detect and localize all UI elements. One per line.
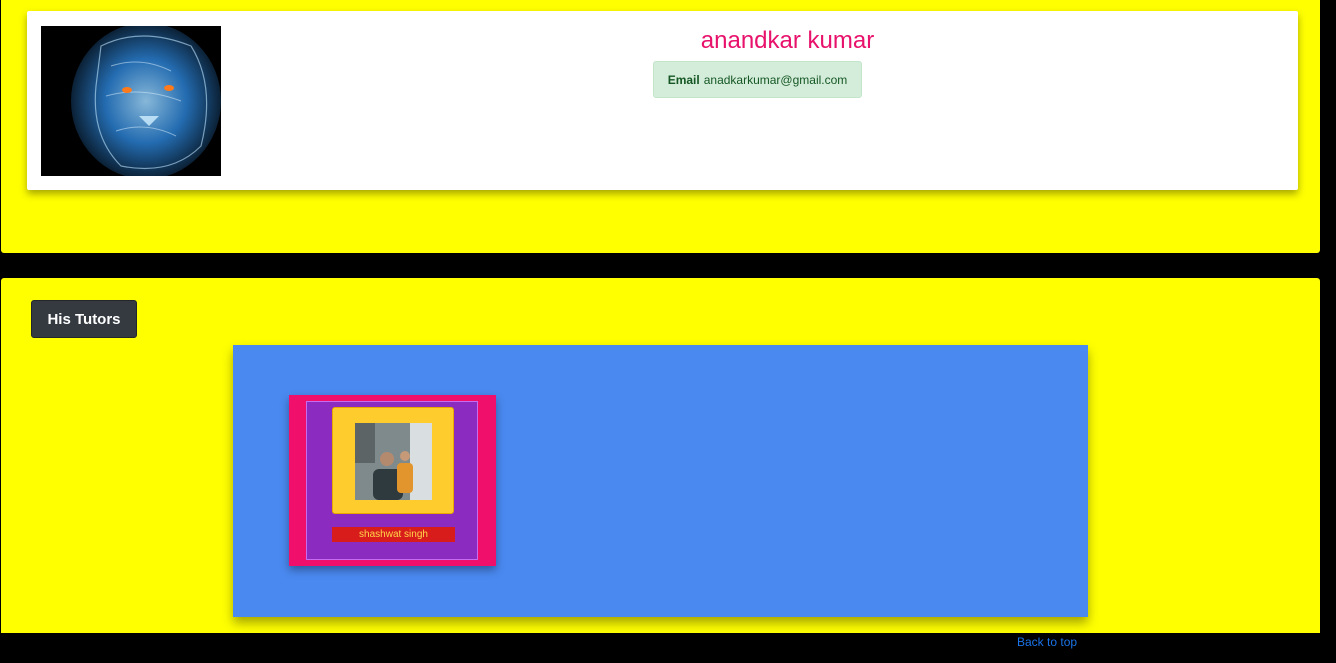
tutor-photo	[355, 423, 432, 500]
email-alert: Email anadkarkumar@gmail.com	[653, 61, 862, 98]
tutor-card-body: shashwat singh	[306, 401, 478, 560]
tutor-name: shashwat singh	[332, 527, 455, 542]
profile-name: anandkar kumar	[700, 27, 875, 54]
email-label: Email	[667, 72, 700, 87]
tutors-panel: His Tutors shashwat singh	[1, 278, 1320, 633]
email-value: anadkarkumar@gmail.com	[703, 72, 848, 87]
profile-panel: anandkar kumar Email anadkarkumar@gmail.…	[1, 0, 1320, 253]
tutor-card[interactable]: shashwat singh	[289, 395, 496, 566]
back-to-top-link[interactable]: Back to top	[1017, 635, 1077, 649]
tutor-photo-frame	[332, 407, 454, 514]
his-tutors-button[interactable]: His Tutors	[31, 300, 137, 338]
profile-card: anandkar kumar Email anadkarkumar@gmail.…	[27, 11, 1298, 190]
profile-avatar	[41, 26, 221, 176]
tutor-photo-image	[355, 423, 432, 500]
lion-portrait-image	[41, 26, 221, 176]
tutors-list: shashwat singh	[233, 345, 1088, 617]
